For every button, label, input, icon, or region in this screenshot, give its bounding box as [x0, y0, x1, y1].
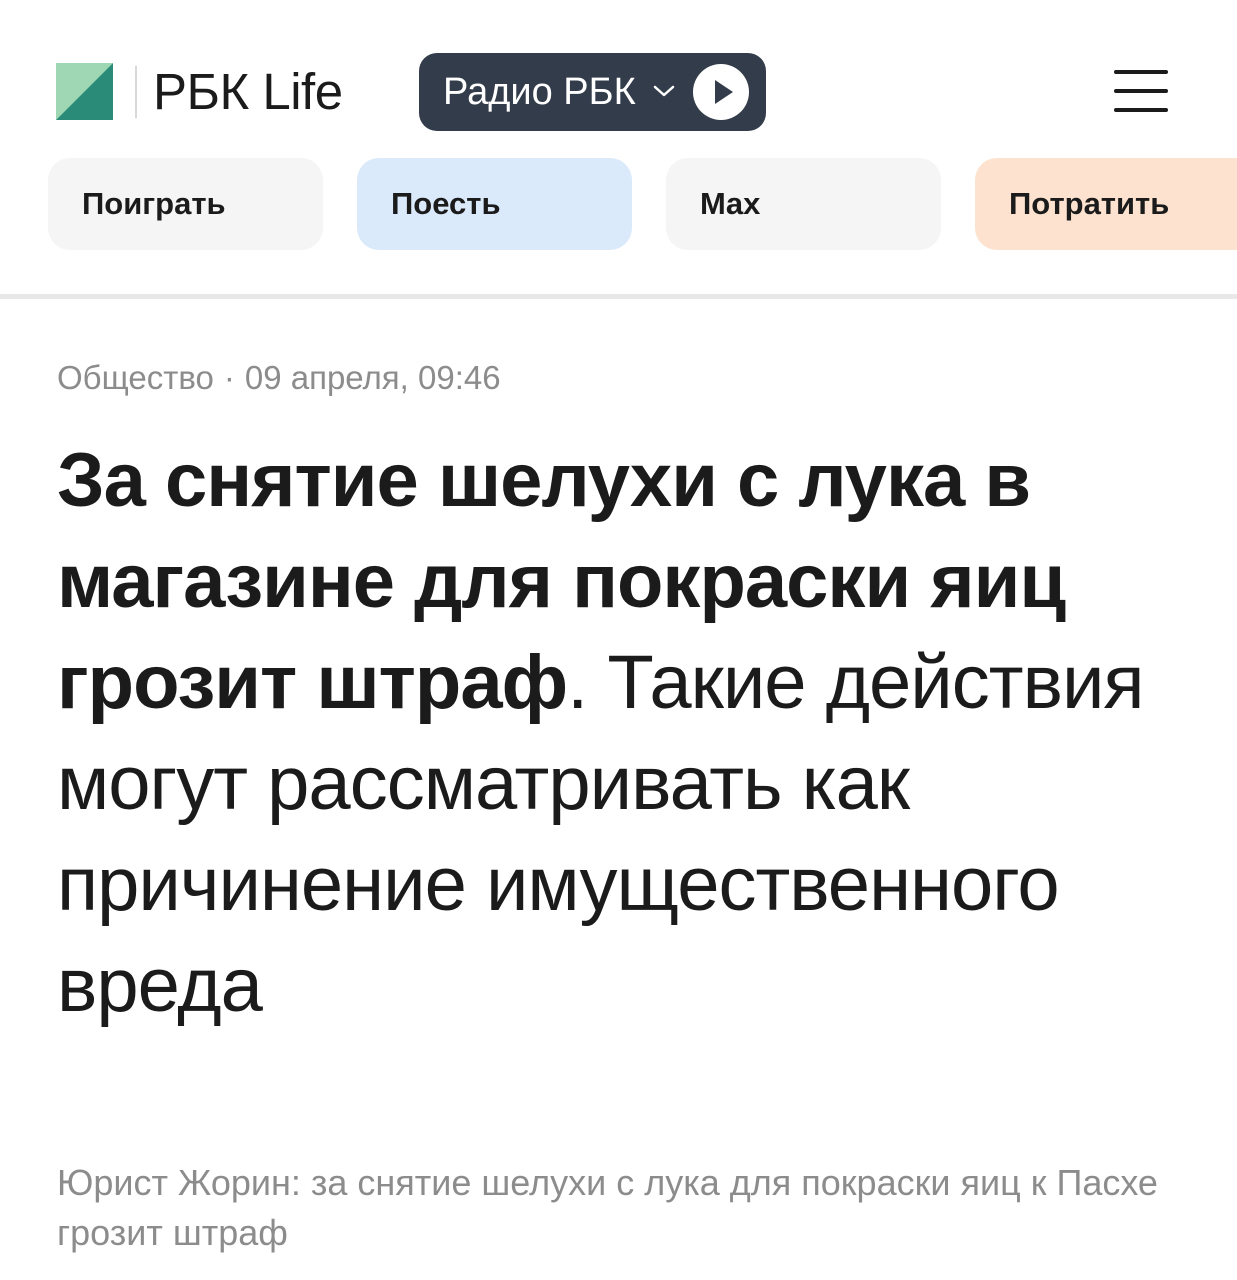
article-headline: За снятие шелухи с лука в магазине для п…	[57, 430, 1197, 1036]
chip-label: Max	[700, 186, 761, 221]
category-chips: Поиграть Поесть Max Потратить	[0, 158, 1237, 250]
chip-label: Поесть	[391, 186, 501, 221]
chip-eat[interactable]: Поесть	[357, 158, 632, 250]
chevron-down-icon	[653, 85, 675, 97]
logo-divider	[135, 66, 137, 118]
rbc-logo[interactable]	[56, 63, 113, 120]
chip-max[interactable]: Max	[666, 158, 941, 250]
article-meta: Общество · 09 апреля, 09:46	[57, 358, 501, 398]
play-icon[interactable]	[693, 64, 749, 120]
meta-separator: ·	[223, 359, 235, 396]
hamburger-icon[interactable]	[1114, 70, 1168, 112]
chip-label: Поиграть	[82, 186, 226, 221]
header-separator	[0, 294, 1237, 299]
chip-play[interactable]: Поиграть	[48, 158, 323, 250]
site-header: РБК Life Радио РБК	[0, 0, 1237, 140]
article-datetime: 09 апреля, 09:46	[244, 359, 501, 396]
radio-label: Радио РБК	[443, 71, 636, 113]
article-category[interactable]: Общество	[57, 359, 214, 396]
article-subtitle: Юрист Жорин: за снятие шелухи с лука для…	[57, 1162, 1158, 1253]
brand-name[interactable]: РБК Life	[153, 62, 343, 122]
radio-rbc-button[interactable]: Радио РБК	[419, 53, 766, 131]
chip-spend[interactable]: Потратить	[975, 158, 1237, 250]
chip-label: Потратить	[1009, 186, 1170, 221]
